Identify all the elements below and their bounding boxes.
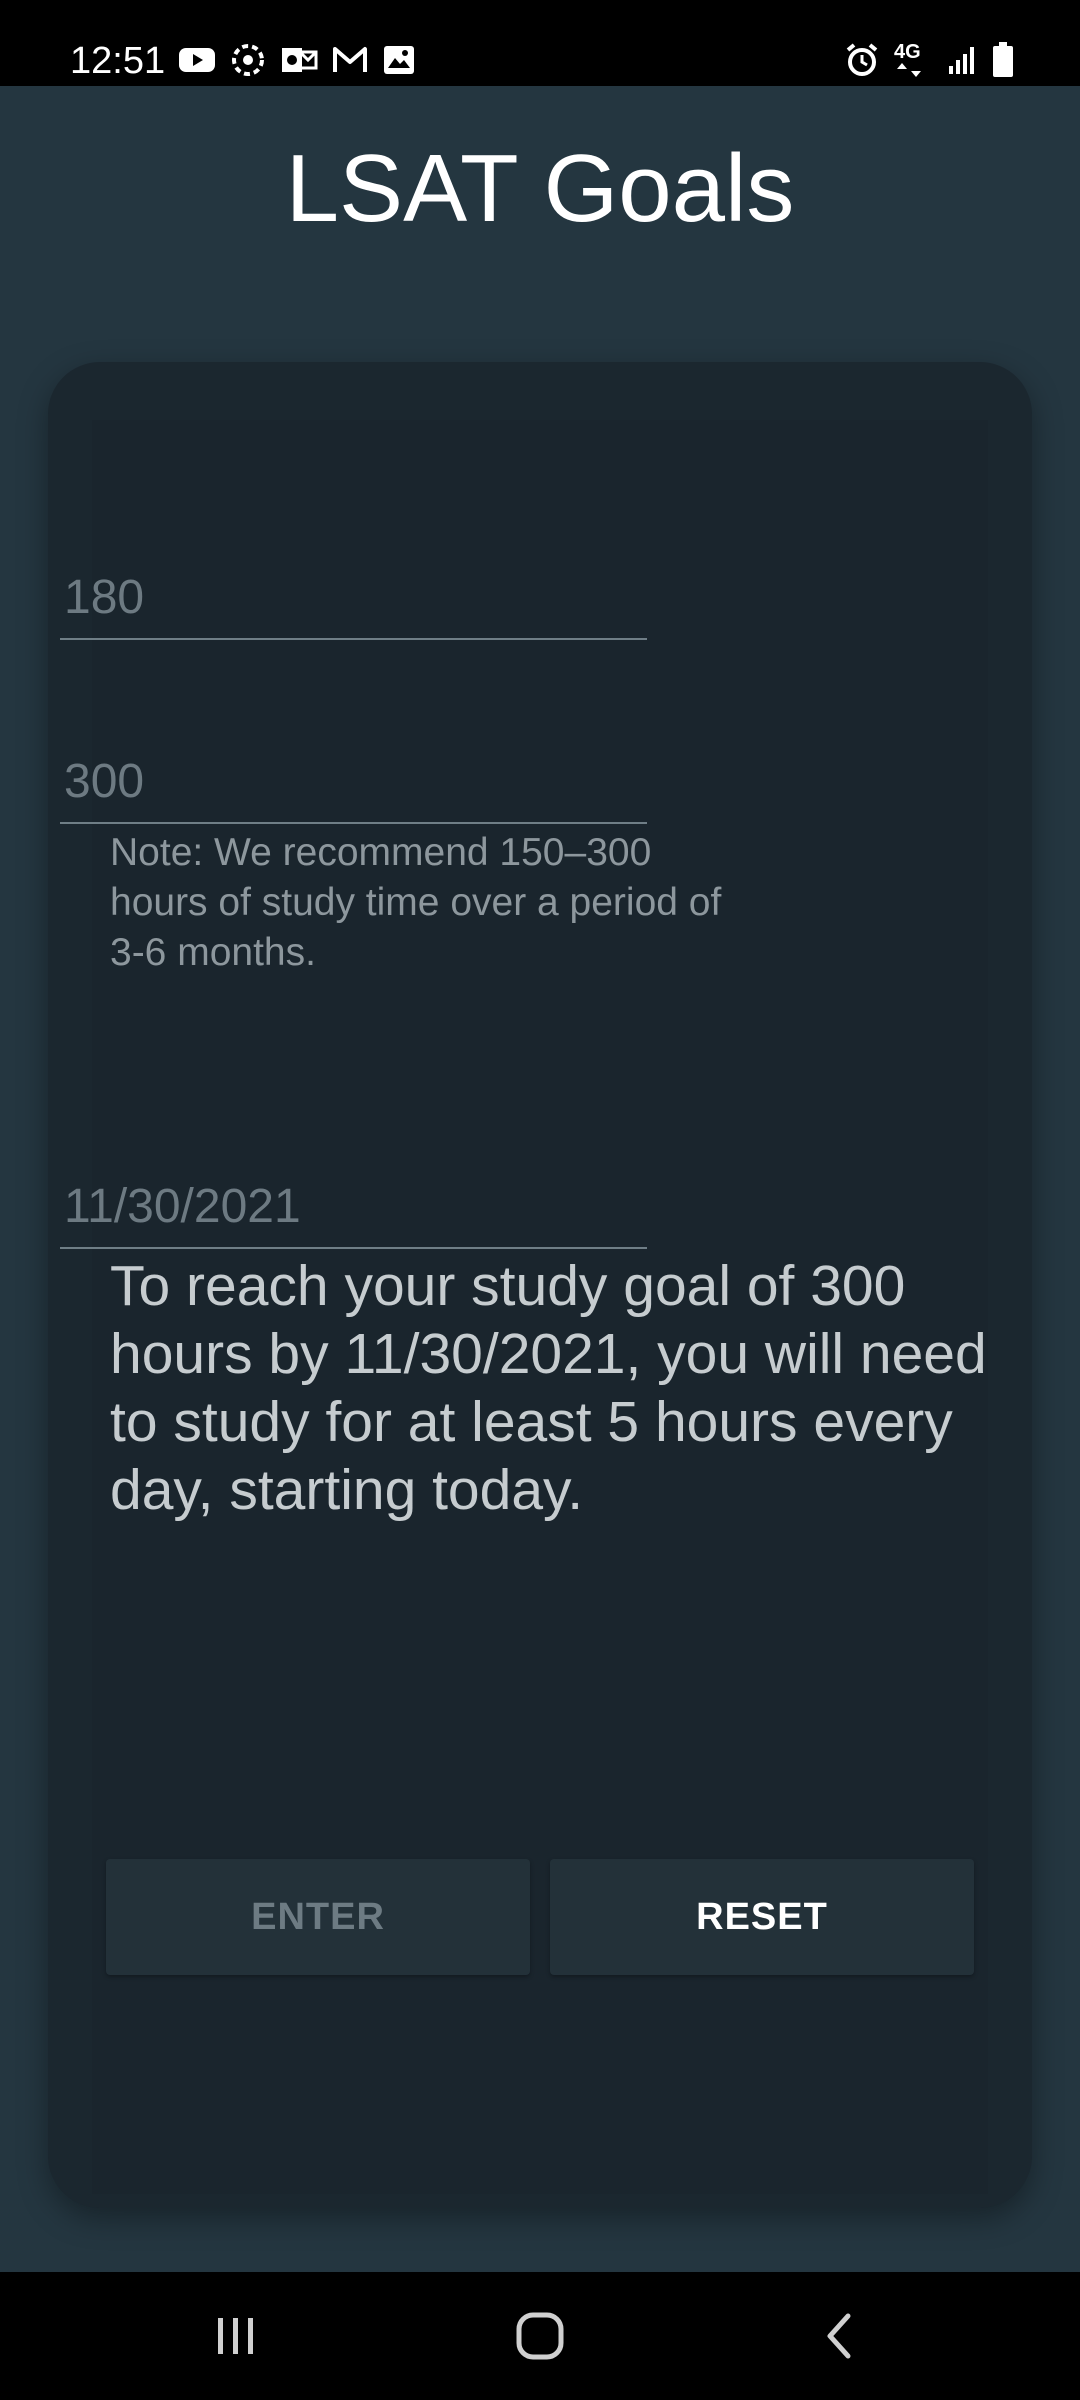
recent-apps-icon xyxy=(218,2318,253,2354)
battery-icon xyxy=(993,42,1013,77)
alarm-icon xyxy=(846,43,878,76)
study-hours-input[interactable] xyxy=(60,744,655,818)
outlook-icon xyxy=(282,48,318,72)
youtube-icon xyxy=(179,48,215,72)
4g-lte-icon: 4G xyxy=(894,41,934,79)
target-score-field[interactable] xyxy=(60,560,655,640)
recommendation-note: Note: We recommend 150–300 hours of stud… xyxy=(110,831,722,974)
home-button[interactable] xyxy=(480,2296,600,2376)
sync-icon xyxy=(232,44,264,76)
home-icon xyxy=(516,2312,564,2360)
test-date-input[interactable] xyxy=(60,1169,655,1243)
back-icon xyxy=(827,2313,851,2359)
reset-button[interactable]: RESET xyxy=(550,1859,974,1975)
study-plan-result: To reach your study goal of 300 hours by… xyxy=(110,1254,987,1522)
status-bar: 12:51 4G xyxy=(0,0,1080,86)
status-time: 12:51 xyxy=(70,40,166,82)
system-icons: 4G xyxy=(844,40,1014,80)
back-button[interactable] xyxy=(780,2296,900,2376)
network-label: 4G xyxy=(894,41,921,63)
test-date-field[interactable] xyxy=(60,1169,655,1249)
target-score-input[interactable] xyxy=(60,560,655,634)
study-hours-field[interactable] xyxy=(60,744,655,824)
enter-button[interactable]: ENTER xyxy=(106,1859,530,1975)
app-screen: LSAT Goals Note: We recommend 150–300 ho… xyxy=(0,86,1080,2272)
signal-icon xyxy=(949,47,974,74)
recent-apps-button[interactable] xyxy=(176,2296,296,2376)
navigation-bar xyxy=(0,2272,1080,2400)
gallery-icon xyxy=(384,46,414,74)
gmail-icon xyxy=(333,47,367,72)
page-title: LSAT Goals xyxy=(285,135,795,242)
notification-icons xyxy=(178,40,416,80)
